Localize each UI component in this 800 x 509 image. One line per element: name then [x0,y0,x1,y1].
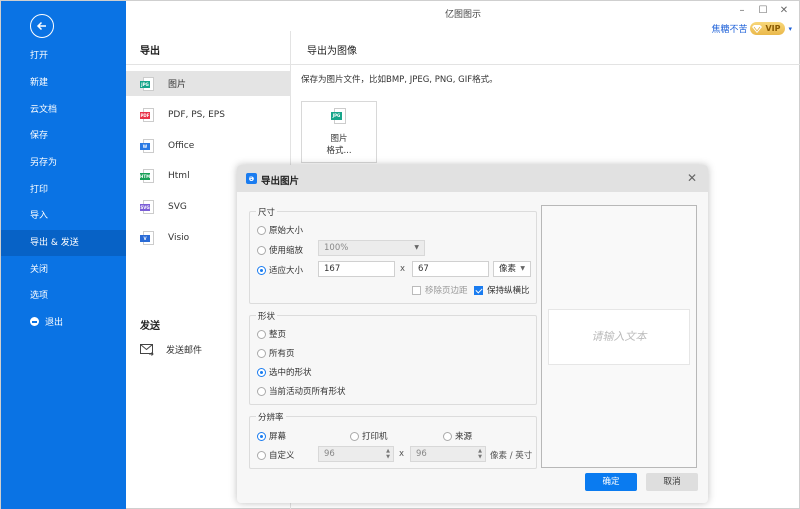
maximize-button[interactable]: ☐ [755,5,771,19]
title-bar: 亿图图示 – ☐ ✕ 焦糖不苦 VIP ▾ [126,1,800,35]
chevron-down-icon: ▼ [520,265,525,272]
times-label: x [400,264,406,274]
format-item-pdf[interactable]: PDF PDF, PS, EPS [126,102,291,127]
back-button[interactable] [30,14,54,38]
mail-send-icon [140,343,154,356]
radio-button[interactable] [443,431,452,441]
send-email-item[interactable]: 发送邮件 [140,343,202,356]
export-image-heading: 导出为图像 [307,46,357,57]
radio-use-zoom[interactable]: 使用缩放 [257,244,303,256]
shape-legend: 形状 [256,310,278,322]
exit-icon [30,317,39,326]
export-image-description: 保存为图片文件，比如BMP, JPEG, PNG, GIF格式。 [301,75,498,85]
radio-button[interactable] [257,450,266,460]
sidebar-item-export-send[interactable]: 导出 & 发送 [1,230,126,256]
spin-arrows-icon: ▲ ▼ [478,448,482,460]
dpi-x-spinbox[interactable]: 96 ▲ ▼ [318,446,394,462]
back-arrow-icon [36,21,46,31]
app-logo-icon: ə [246,173,257,184]
dialog-header[interactable]: ə 导出图片 ✕ [237,165,708,192]
radio-button[interactable] [257,367,266,377]
radio-original-size[interactable]: 原始大小 [257,224,303,236]
radio-screen[interactable]: 屏幕 [257,430,286,442]
size-group: 尺寸 原始大小 使用缩放 适应大小 100% ▼ 167 x 67 像素 ▼ 移… [249,206,537,304]
radio-button[interactable] [257,225,266,235]
chevron-down-icon: ▼ [414,244,419,251]
export-image-dialog: ə 导出图片 ✕ 尺寸 原始大小 使用缩放 适应大小 100%▼ 167 x [237,165,708,503]
width-input[interactable]: 167 [318,261,395,277]
spin-arrows-icon: ▲ ▼ [386,448,390,460]
resolution-group: 分辨率 屏幕 打印机 来源 自定义 96 ▲ ▼ x 96 ▲ ▼ 像素 / 英… [249,411,537,469]
export-heading: 导出 [140,46,160,57]
image-format-card[interactable]: JPG 图片 格式... [301,101,377,163]
minimize-button[interactable]: – [734,5,750,19]
word-file-icon: W [140,138,154,153]
sidebar-item-save-as[interactable]: 另存为 [1,150,126,176]
radio-button[interactable] [257,245,266,255]
keep-ratio-checkbox[interactable]: 保持纵横比 [474,284,530,296]
divider [126,64,291,65]
jpg-file-icon: JPG [140,76,154,91]
radio-source[interactable]: 来源 [443,430,472,442]
divider [291,64,800,65]
preview-text-placeholder: 请输入文本 [548,309,690,365]
sidebar-item-options[interactable]: 选项 [1,283,126,309]
size-legend: 尺寸 [256,206,278,218]
times-label: x [399,449,405,459]
visio-file-icon: V [140,230,154,245]
radio-button[interactable] [257,348,266,358]
dpi-unit-label: 像素 / 英寸 [490,451,533,461]
sidebar-item-close[interactable]: 关闭 [1,257,126,283]
radio-custom[interactable]: 自定义 [257,449,295,461]
radio-button[interactable] [257,329,266,339]
html-file-icon: HTML [140,168,154,183]
format-item-image[interactable]: JPG 图片 [126,71,291,96]
radio-button[interactable] [350,431,359,441]
app-title: 亿图图示 [444,10,481,20]
ok-button[interactable]: 确定 [585,473,637,491]
pdf-file-icon: PDF [140,107,154,122]
unit-select[interactable]: 像素 ▼ [493,261,531,277]
send-heading: 发送 [140,321,160,332]
radio-button[interactable] [257,431,266,441]
sidebar-item-save[interactable]: 保存 [1,123,126,149]
radio-selected-shapes[interactable]: 选中的形状 [257,366,312,378]
radio-whole-page[interactable]: 整页 [257,328,286,340]
sidebar-item-cloud-docs[interactable]: 云文档 [1,97,126,123]
radio-printer[interactable]: 打印机 [350,430,388,442]
sidebar-item-open[interactable]: 打开 [1,43,126,69]
cancel-button[interactable]: 取消 [646,473,698,491]
close-window-button[interactable]: ✕ [776,5,792,19]
radio-button[interactable] [257,386,266,396]
radio-fit-size[interactable]: 适应大小 [257,264,303,276]
jpg-file-icon: JPG [331,108,347,124]
format-item-office[interactable]: W Office [126,133,291,158]
radio-button[interactable] [257,265,266,275]
zoom-select[interactable]: 100% ▼ [318,240,425,256]
dpi-y-spinbox[interactable]: 96 ▲ ▼ [410,446,486,462]
sidebar-item-print[interactable]: 打印 [1,177,126,203]
preview-area: 请输入文本 [541,205,697,468]
checkbox[interactable] [474,285,483,295]
app-window: 打开 新建 云文档 保存 另存为 打印 导入 导出 & 发送 关闭 选项 退出 … [0,0,800,509]
sidebar: 打开 新建 云文档 保存 另存为 打印 导入 导出 & 发送 关闭 选项 退出 [1,1,126,509]
sidebar-item-new[interactable]: 新建 [1,70,126,96]
radio-all-pages[interactable]: 所有页 [257,347,295,359]
dialog-close-button[interactable]: ✕ [687,172,697,184]
remove-margin-checkbox[interactable]: 移除页边距 [412,284,468,296]
resolution-legend: 分辨率 [256,411,286,423]
radio-current-page-shapes[interactable]: 当前活动页所有形状 [257,385,346,397]
height-input[interactable]: 67 [412,261,489,277]
dialog-title: 导出图片 [261,176,300,187]
sidebar-item-import[interactable]: 导入 [1,203,126,229]
svg-file-icon: SVG [140,199,154,214]
shape-group: 形状 整页 所有页 选中的形状 当前活动页所有形状 [249,310,537,405]
checkbox[interactable] [412,285,421,295]
sidebar-item-exit[interactable]: 退出 [1,310,126,336]
